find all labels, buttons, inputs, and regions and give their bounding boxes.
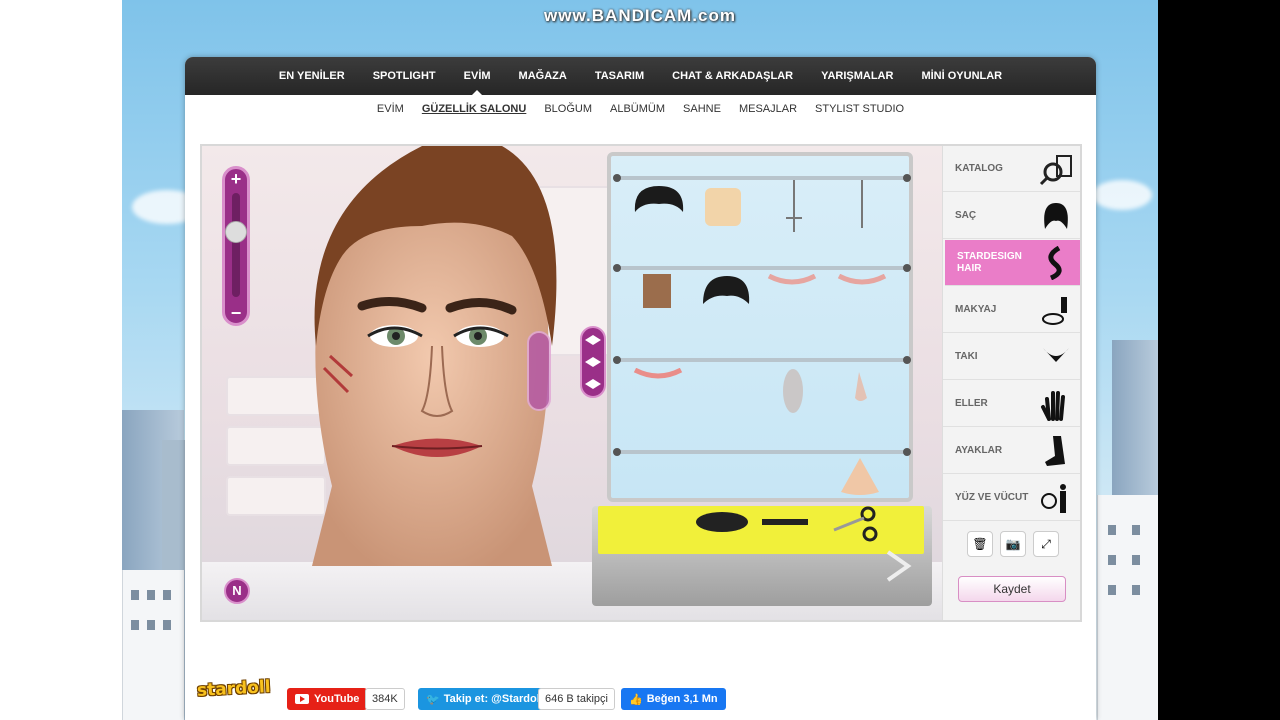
main-panel: EN YENİLER SPOTLIGHT EVİM MAĞAZA TASARIM… bbox=[185, 57, 1096, 720]
earring-hoop-icon[interactable] bbox=[855, 180, 869, 232]
nose-item-large[interactable] bbox=[837, 456, 883, 496]
hand-icon bbox=[1041, 391, 1065, 421]
subnav-albumum[interactable]: ALBÜMÜM bbox=[601, 103, 674, 115]
category-yuz-ve-vucut[interactable]: YÜZ VE VÜCUT bbox=[943, 475, 1080, 521]
subnav-evim[interactable]: EVİM bbox=[368, 103, 413, 115]
category-panel: KATALOG SAÇ STARDESIGN HAIR MAKYAJ TAKI … bbox=[942, 146, 1080, 620]
zoom-out-button[interactable]: − bbox=[225, 303, 247, 323]
camera-icon[interactable]: 📷 bbox=[1000, 531, 1026, 557]
subnav-blogum[interactable]: BLOĞUM bbox=[535, 103, 601, 115]
nav-yarismalar[interactable]: YARIŞMALAR bbox=[807, 57, 907, 95]
category-makyaj[interactable]: MAKYAJ bbox=[943, 287, 1080, 333]
layer-order-control[interactable] bbox=[580, 326, 606, 398]
nav-spotlight[interactable]: SPOTLIGHT bbox=[359, 57, 450, 95]
trash-icon[interactable]: 🗑 bbox=[967, 531, 993, 557]
layers-icon bbox=[585, 335, 601, 389]
hair-item-black-short[interactable] bbox=[631, 182, 687, 226]
nav-magaza[interactable]: MAĞAZA bbox=[505, 57, 581, 95]
page-footer: stardoll YouTube 384K 🐦 Takip et: @Stard… bbox=[185, 677, 1096, 720]
zoom-in-button[interactable]: + bbox=[225, 169, 247, 189]
next-arrow-icon[interactable] bbox=[882, 548, 916, 584]
left-margin bbox=[0, 0, 122, 720]
nose-item[interactable] bbox=[845, 370, 875, 410]
subnav-sahne[interactable]: SAHNE bbox=[674, 103, 730, 115]
youtube-subscriber-count: 384K bbox=[365, 688, 405, 710]
beauty-salon-game: + − N KATALOG SAÇ STARDESIGN HAIR MAKYAJ… bbox=[200, 144, 1082, 622]
zoom-slider[interactable]: + − bbox=[222, 166, 250, 326]
earring-cross-icon[interactable] bbox=[783, 180, 805, 236]
facebook-like-button[interactable]: 👍 Beğen 3,1 Mn bbox=[621, 688, 726, 710]
magnifier-icon bbox=[1039, 155, 1072, 186]
thumbs-up-icon: 👍 bbox=[629, 693, 643, 706]
twitter-bird-icon: 🐦 bbox=[426, 693, 440, 706]
twitter-follower-count: 646 B takipçi bbox=[538, 688, 615, 710]
category-stardesign-hair[interactable]: STARDESIGN HAIR bbox=[945, 240, 1080, 286]
brush-icon[interactable] bbox=[692, 506, 762, 540]
category-eller[interactable]: ELLER bbox=[943, 381, 1080, 427]
sub-nav: EVİM GÜZELLİK SALONU BLOĞUM ALBÜMÜM SAHN… bbox=[185, 95, 1096, 122]
top-nav: EN YENİLER SPOTLIGHT EVİM MAĞAZA TASARIM… bbox=[185, 57, 1096, 95]
category-taki[interactable]: TAKI bbox=[943, 334, 1080, 380]
zoom-knob[interactable] bbox=[225, 221, 247, 243]
no-hair-icon[interactable]: N bbox=[224, 578, 250, 604]
layer-offset-slider[interactable] bbox=[527, 331, 551, 411]
right-margin bbox=[1158, 0, 1280, 720]
hair-item-blonde[interactable] bbox=[701, 184, 745, 230]
nav-tasarim[interactable]: TASARIM bbox=[581, 57, 658, 95]
lips-item-coral[interactable] bbox=[633, 368, 683, 384]
category-sac[interactable]: SAÇ bbox=[943, 193, 1080, 239]
tool-tray bbox=[592, 506, 932, 606]
stardoll-logo[interactable]: stardoll bbox=[197, 677, 272, 701]
nav-chat[interactable]: CHAT & ARKADAŞLAR bbox=[658, 57, 807, 95]
scissors-icon[interactable] bbox=[832, 506, 882, 542]
ear-item[interactable] bbox=[781, 366, 805, 416]
nav-evim[interactable]: EVİM bbox=[450, 57, 505, 95]
category-katalog[interactable]: KATALOG bbox=[943, 146, 1080, 192]
play-icon bbox=[295, 694, 309, 704]
hair-item-black-messy[interactable] bbox=[699, 272, 753, 316]
nav-en-yeniler[interactable]: EN YENİLER bbox=[265, 57, 359, 95]
twitter-follow-button[interactable]: 🐦 Takip et: @Stardoll bbox=[418, 688, 551, 710]
subnav-guzellik-salonu[interactable]: GÜZELLİK SALONU bbox=[413, 103, 536, 115]
save-button[interactable]: Kaydet bbox=[958, 576, 1066, 602]
lips-item-pink-2[interactable] bbox=[837, 274, 887, 290]
lips-item-pink[interactable] bbox=[767, 274, 817, 290]
subnav-mesajlar[interactable]: MESAJLAR bbox=[730, 103, 806, 115]
fullscreen-icon[interactable]: ⤢ bbox=[1033, 531, 1059, 557]
makeup-icon bbox=[1042, 297, 1067, 325]
item-cabinet bbox=[607, 152, 913, 502]
recorder-watermark: www.BANDICAM.com bbox=[544, 6, 736, 25]
category-ayaklar[interactable]: AYAKLAR bbox=[943, 428, 1080, 474]
jewelry-icon bbox=[1043, 348, 1069, 362]
hair-item-brown[interactable] bbox=[639, 272, 675, 322]
stardesign-hair-icon bbox=[1048, 246, 1062, 280]
subnav-stylist-studio[interactable]: STYLIST STUDIO bbox=[806, 103, 913, 115]
comb-icon[interactable] bbox=[762, 516, 812, 528]
youtube-button[interactable]: YouTube bbox=[287, 688, 368, 710]
foot-icon bbox=[1045, 436, 1065, 466]
nav-mini-oyunlar[interactable]: MİNİ OYUNLAR bbox=[907, 57, 1016, 95]
body-icon bbox=[1041, 484, 1066, 513]
hair-icon bbox=[1044, 203, 1068, 229]
